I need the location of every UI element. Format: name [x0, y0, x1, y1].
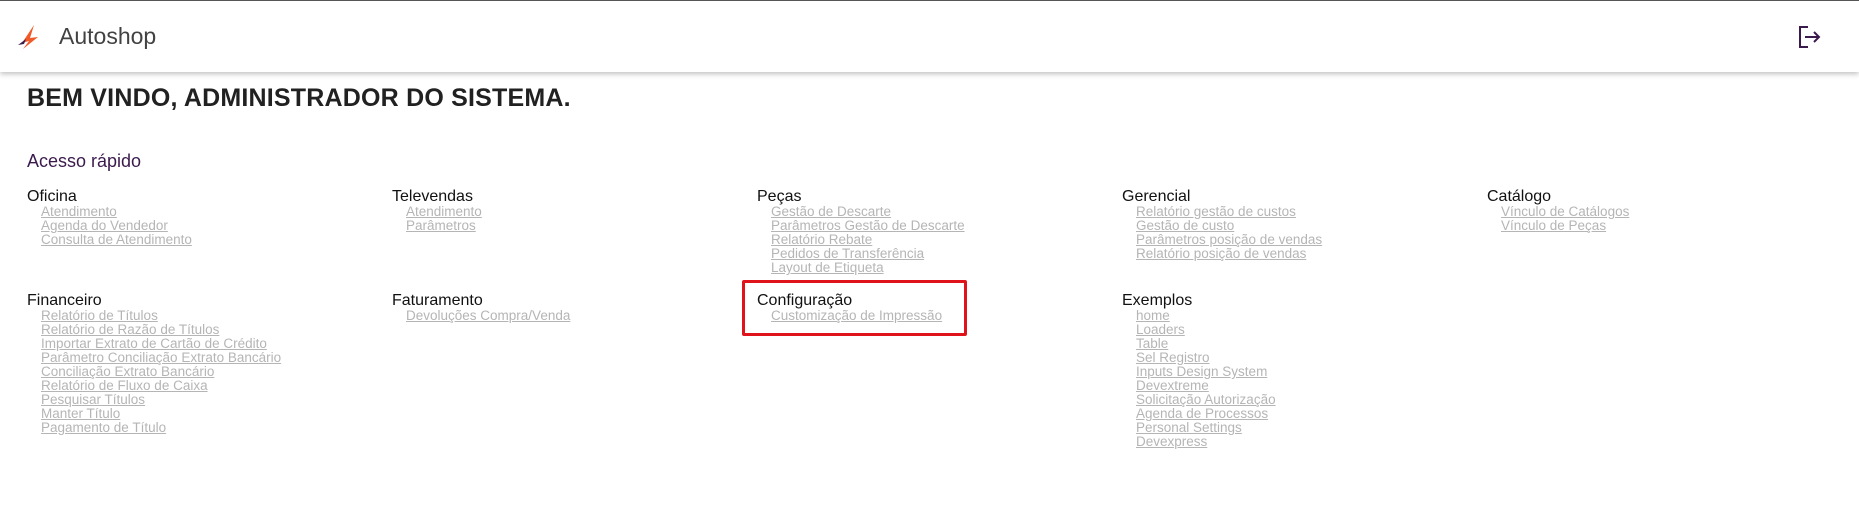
link-personal-settings[interactable]: Personal Settings: [1136, 420, 1242, 435]
link-list: Atendimento Parâmetros: [392, 205, 732, 233]
group-configuracao: Configuração Customização de Impressão: [757, 292, 1097, 323]
link-agenda-do-vendedor[interactable]: Agenda do Vendedor: [41, 218, 168, 233]
link-pesquisar-titulos[interactable]: Pesquisar Títulos: [41, 392, 145, 407]
link-list: Atendimento Agenda do Vendedor Consulta …: [27, 205, 367, 247]
link-parametros[interactable]: Parâmetros: [406, 218, 476, 233]
group-pecas: Peças Gestão de Descarte Parâmetros Gest…: [757, 188, 1097, 275]
group-title: Peças: [757, 188, 802, 205]
welcome-heading: BEM VINDO, ADMINISTRADOR DO SISTEMA.: [27, 84, 571, 112]
link-consulta-de-atendimento[interactable]: Consulta de Atendimento: [41, 232, 192, 247]
link-pagamento-de-titulo[interactable]: Pagamento de Título: [41, 420, 166, 435]
logout-icon[interactable]: [1796, 24, 1822, 50]
group-title: Oficina: [27, 188, 77, 205]
group-title: Exemplos: [1122, 292, 1193, 309]
group-exemplos: Exemplos home Loaders Table Sel Registro…: [1122, 292, 1462, 449]
link-list: home Loaders Table Sel Registro Inputs D…: [1122, 309, 1462, 449]
link-relatorio-de-fluxo-de-caixa[interactable]: Relatório de Fluxo de Caixa: [41, 378, 208, 393]
link-list: Relatório gestão de custos Gestão de cus…: [1122, 205, 1462, 261]
group-oficina: Oficina Atendimento Agenda do Vendedor C…: [27, 188, 367, 247]
link-sel-registro[interactable]: Sel Registro: [1136, 350, 1210, 365]
link-relatorio-posicao-de-vendas[interactable]: Relatório posição de vendas: [1136, 246, 1306, 261]
link-atendimento[interactable]: Atendimento: [41, 204, 117, 219]
link-vinculo-de-catalogos[interactable]: Vínculo de Catálogos: [1501, 204, 1629, 219]
link-conciliacao-extrato-bancario[interactable]: Conciliação Extrato Bancário: [41, 364, 214, 379]
link-inputs-design-system[interactable]: Inputs Design System: [1136, 364, 1267, 379]
group-faturamento: Faturamento Devoluções Compra/Venda: [392, 292, 732, 323]
link-devolucoes-compra-venda[interactable]: Devoluções Compra/Venda: [406, 308, 570, 323]
group-televendas: Televendas Atendimento Parâmetros: [392, 188, 732, 233]
group-financeiro: Financeiro Relatório de Títulos Relatóri…: [27, 292, 367, 435]
link-parametros-posicao-de-vendas[interactable]: Parâmetros posição de vendas: [1136, 232, 1322, 247]
link-vinculo-de-pecas[interactable]: Vínculo de Peças: [1501, 218, 1606, 233]
link-parametro-conciliacao-extrato[interactable]: Parâmetro Conciliação Extrato Bancário: [41, 350, 281, 365]
link-devexpress[interactable]: Devexpress: [1136, 434, 1207, 449]
group-title: Configuração: [757, 292, 853, 309]
link-agenda-de-processos[interactable]: Agenda de Processos: [1136, 406, 1268, 421]
group-title: Faturamento: [392, 292, 483, 309]
link-pedidos-de-transferencia[interactable]: Pedidos de Transferência: [771, 246, 924, 261]
link-importar-extrato-de-cartao[interactable]: Importar Extrato de Cartão de Crédito: [41, 336, 267, 351]
link-solicitacao-autorizacao[interactable]: Solicitação Autorização: [1136, 392, 1276, 407]
link-relatorio-rebate[interactable]: Relatório Rebate: [771, 232, 872, 247]
link-list: Gestão de Descarte Parâmetros Gestão de …: [757, 205, 1097, 275]
top-app-bar: Autoshop: [0, 0, 1859, 72]
link-loaders[interactable]: Loaders: [1136, 322, 1185, 337]
link-gestao-de-custo[interactable]: Gestão de custo: [1136, 218, 1234, 233]
group-catalogo: Catálogo Vínculo de Catálogos Vínculo de…: [1487, 188, 1827, 233]
link-manter-titulo[interactable]: Manter Título: [41, 406, 120, 421]
link-table[interactable]: Table: [1136, 336, 1168, 351]
link-relatorio-de-razao-de-titulos[interactable]: Relatório de Razão de Títulos: [41, 322, 219, 337]
quick-access-title: Acesso rápido: [27, 151, 142, 171]
link-gestao-de-descarte[interactable]: Gestão de Descarte: [771, 204, 891, 219]
link-relatorio-gestao-de-custos[interactable]: Relatório gestão de custos: [1136, 204, 1296, 219]
link-list: Customização de Impressão: [757, 309, 1097, 323]
link-parametros-gestao-de-descarte[interactable]: Parâmetros Gestão de Descarte: [771, 218, 965, 233]
group-title: Gerencial: [1122, 188, 1191, 205]
link-customizacao-de-impressao[interactable]: Customização de Impressão: [771, 308, 942, 323]
autoshop-logo-icon: [18, 25, 38, 49]
link-home[interactable]: home: [1136, 308, 1170, 323]
link-atendimento[interactable]: Atendimento: [406, 204, 482, 219]
link-list: Relatório de Títulos Relatório de Razão …: [27, 309, 367, 435]
group-title: Catálogo: [1487, 188, 1552, 205]
link-list: Vínculo de Catálogos Vínculo de Peças: [1487, 205, 1827, 233]
group-title: Televendas: [392, 188, 473, 205]
link-relatorio-de-titulos[interactable]: Relatório de Títulos: [41, 308, 158, 323]
link-list: Devoluções Compra/Venda: [392, 309, 732, 323]
link-devextreme[interactable]: Devextreme: [1136, 378, 1209, 393]
app-title: Autoshop: [59, 23, 157, 49]
group-title: Financeiro: [27, 292, 102, 309]
link-layout-de-etiqueta[interactable]: Layout de Etiqueta: [771, 260, 884, 275]
group-gerencial: Gerencial Relatório gestão de custos Ges…: [1122, 188, 1462, 261]
